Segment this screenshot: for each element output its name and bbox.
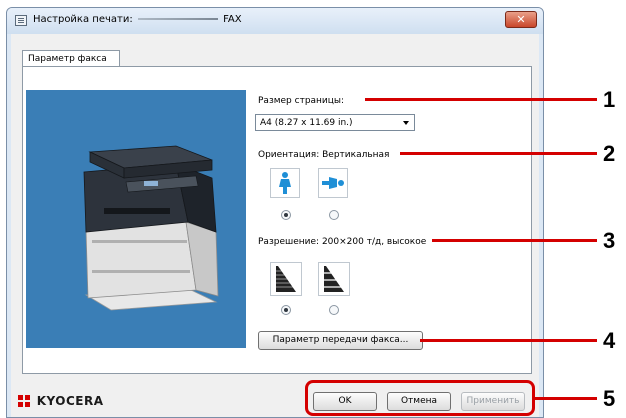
page-size-label: Размер страницы: — [258, 96, 345, 106]
resolution-standard-icon — [324, 266, 344, 292]
resolution-row: Разрешение: 200×200 т/д, высокое — [258, 237, 426, 247]
landscape-option[interactable] — [318, 168, 348, 198]
close-icon: ✕ — [516, 13, 526, 26]
printer-icon — [15, 15, 27, 26]
resolution-high-radio[interactable] — [281, 305, 291, 315]
orientation-value: Вертикальная — [322, 150, 390, 160]
title-suffix: FAX — [223, 14, 242, 25]
landscape-radio[interactable] — [329, 210, 339, 220]
callout-number-5: 5 — [603, 386, 616, 411]
resolution-high-icon — [276, 266, 296, 292]
title-bar[interactable]: Настройка печати: FAX ✕ — [7, 8, 543, 34]
window-title: Настройка печати: FAX — [33, 14, 242, 25]
resolution-standard-radio[interactable] — [329, 305, 339, 315]
brand-name: KYOCERA — [36, 394, 104, 408]
title-prefix: Настройка печати: — [33, 14, 133, 25]
landscape-person-icon — [322, 177, 344, 189]
callout-line-1 — [365, 98, 597, 101]
printer-preview — [26, 90, 246, 348]
tab-fax-parameters[interactable]: Параметр факса — [22, 50, 120, 67]
callout-number-2: 2 — [603, 141, 616, 166]
callout-number-1: 1 — [603, 87, 616, 112]
page-size-value: A4 (8.27 x 11.69 in.) — [260, 118, 353, 128]
orientation-row: Ориентация: Вертикальная — [258, 150, 389, 160]
printer-name-redacted — [137, 18, 218, 20]
orientation-label: Ориентация: — [258, 150, 320, 160]
printer-illustration — [83, 145, 219, 311]
resolution-value: 200×200 т/д, высокое — [321, 237, 427, 247]
resolution-standard-option[interactable] — [318, 262, 350, 296]
chevron-down-icon — [403, 121, 409, 125]
portrait-option[interactable] — [270, 168, 300, 198]
portrait-radio[interactable] — [281, 210, 291, 220]
resolution-label: Разрешение: — [258, 237, 320, 247]
fax-transmission-settings-button[interactable]: Параметр передачи факса... — [258, 331, 423, 350]
callout-highlight-5 — [305, 380, 535, 416]
callout-number-3: 3 — [603, 228, 616, 253]
callout-line-3 — [432, 239, 597, 242]
kyocera-logo-mark-icon — [18, 395, 30, 407]
callout-line-2 — [400, 152, 597, 155]
portrait-person-icon — [279, 172, 291, 194]
resolution-high-option[interactable] — [270, 262, 302, 296]
close-button[interactable]: ✕ — [505, 11, 537, 28]
callout-line-4 — [420, 339, 597, 342]
kyocera-logo: KYOCERA — [18, 394, 103, 408]
page-size-select[interactable]: A4 (8.27 x 11.69 in.) — [255, 114, 415, 131]
callout-line-5 — [535, 397, 597, 400]
callout-number-4: 4 — [603, 328, 616, 353]
